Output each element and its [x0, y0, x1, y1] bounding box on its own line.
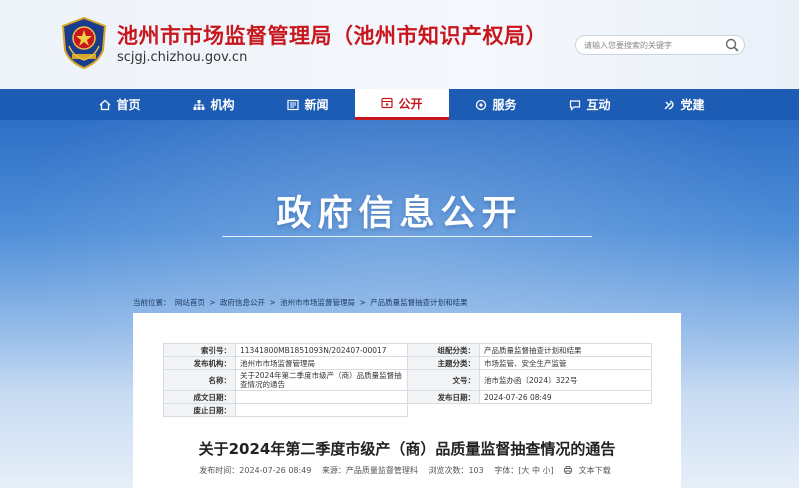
nav-item-org[interactable]: 机构 — [167, 89, 261, 120]
search-input[interactable] — [584, 38, 719, 52]
nav-item-party[interactable]: 党建 — [637, 89, 731, 120]
home-icon — [100, 99, 111, 110]
download-link[interactable]: 文本下载 — [564, 466, 615, 475]
printer-icon — [564, 466, 573, 474]
nav-label: 互动 — [586, 98, 611, 112]
table-row: 废止日期： — [163, 403, 652, 417]
org-icon — [193, 99, 205, 110]
meta-table: 索引号： 11341800MB1851093N/202407-00017 组配分… — [163, 343, 652, 417]
breadcrumb: 当前位置： 网站首页 > 政府信息公开 > 池州市市场监督管理局 > 产品质量监… — [133, 297, 470, 308]
breadcrumb-prefix: 当前位置： — [133, 298, 171, 307]
nav-label: 公开 — [398, 96, 423, 111]
search-icon[interactable] — [725, 38, 739, 52]
meta-value: 池市监办函〔2024〕322号 — [479, 369, 652, 391]
breadcrumb-sep: > — [209, 298, 216, 307]
open-icon — [381, 97, 394, 109]
meta-empty — [408, 404, 480, 417]
meta-value: 产品质量监督抽查计划和结果 — [479, 343, 652, 357]
nav-label: 党建 — [680, 98, 705, 112]
meta-value: 2024-07-26 08:49 — [479, 390, 652, 404]
meta-value: 关于2024年第二季度市级产（商）品质量监督抽查情况的通告 — [235, 369, 408, 391]
meta-key: 名称： — [163, 369, 236, 391]
table-row: 成文日期： 发布日期： 2024-07-26 08:49 — [163, 390, 652, 404]
nav-item-home[interactable]: 首页 — [73, 89, 167, 120]
site-header: 池州市市场监督管理局（池州市知识产权局） scjgj.chizhou.gov.c… — [0, 0, 799, 89]
font-size-control[interactable]: 字体：[大 中 小] — [494, 466, 553, 475]
banner-title: 政府信息公开 — [276, 194, 523, 234]
nav-label: 服务 — [492, 98, 517, 112]
party-icon — [664, 99, 675, 110]
meta-key: 发布日期： — [407, 390, 480, 404]
download-label: 文本下载 — [578, 466, 611, 475]
article-source: 来源：产品质量监督管理科 — [321, 466, 418, 475]
nav-item-open[interactable]: 公开 — [355, 89, 449, 120]
site-title: 池州市市场监督管理局（池州市知识产权局） — [117, 24, 547, 48]
breadcrumb-link[interactable]: 池州市市场监督管理局 — [280, 298, 355, 307]
chat-icon — [570, 99, 581, 111]
meta-key: 索引号： — [163, 343, 236, 357]
article-title: 关于2024年第二季度市级产（商）品质量监督抽查情况的通告 — [198, 440, 616, 458]
breadcrumb-link[interactable]: 政府信息公开 — [220, 298, 265, 307]
news-icon — [287, 99, 300, 110]
meta-key: 发布机构： — [163, 356, 236, 370]
meta-key: 文号： — [407, 369, 480, 391]
meta-value: 市场监管、安全生产监管 — [479, 356, 652, 370]
meta-value: 11341800MB1851093N/202407-00017 — [235, 343, 408, 357]
meta-key: 组配分类： — [407, 343, 480, 357]
nav-item-news[interactable]: 新闻 — [261, 89, 355, 120]
meta-empty — [480, 404, 652, 417]
table-row: 名称： 关于2024年第二季度市级产（商）品质量监督抽查情况的通告 文号： 池市… — [163, 369, 652, 391]
article-pubtime: 发布时间：2024-07-26 08:49 — [199, 466, 312, 475]
content-card: 索引号： 11341800MB1851093N/202407-00017 组配分… — [133, 313, 681, 488]
search-box — [575, 35, 745, 55]
meta-key: 废止日期： — [163, 403, 236, 417]
breadcrumb-sep: > — [269, 298, 276, 307]
main-nav: 首页 机构 新闻 公开 服务 互动 党建 — [0, 89, 799, 120]
meta-key: 成文日期： — [163, 390, 236, 404]
banner-divider — [222, 236, 592, 237]
meta-value — [235, 390, 408, 404]
table-row: 索引号： 11341800MB1851093N/202407-00017 组配分… — [163, 343, 652, 357]
meta-key: 主题分类： — [407, 356, 480, 370]
nav-label: 新闻 — [304, 98, 329, 112]
nav-item-interact[interactable]: 互动 — [543, 89, 637, 120]
site-domain: scjgj.chizhou.gov.cn — [117, 50, 248, 65]
service-icon — [476, 99, 487, 110]
nav-label: 机构 — [210, 98, 235, 112]
breadcrumb-sep: > — [359, 298, 366, 307]
article-info: 发布时间：2024-07-26 08:49 来源：产品质量监督管理科 浏览次数：… — [133, 465, 681, 476]
meta-value: 池州市市场监督管理局 — [235, 356, 408, 370]
nav-item-service[interactable]: 服务 — [449, 89, 543, 120]
article-views: 浏览次数：103 — [428, 466, 484, 475]
table-row: 发布机构： 池州市市场监督管理局 主题分类： 市场监管、安全生产监管 — [163, 356, 652, 370]
nav-label: 首页 — [116, 98, 141, 112]
meta-value — [235, 403, 408, 417]
breadcrumb-link[interactable]: 产品质量监督抽查计划和结果 — [370, 298, 468, 307]
breadcrumb-link[interactable]: 网站首页 — [175, 298, 205, 307]
police-emblem-icon — [61, 16, 107, 70]
